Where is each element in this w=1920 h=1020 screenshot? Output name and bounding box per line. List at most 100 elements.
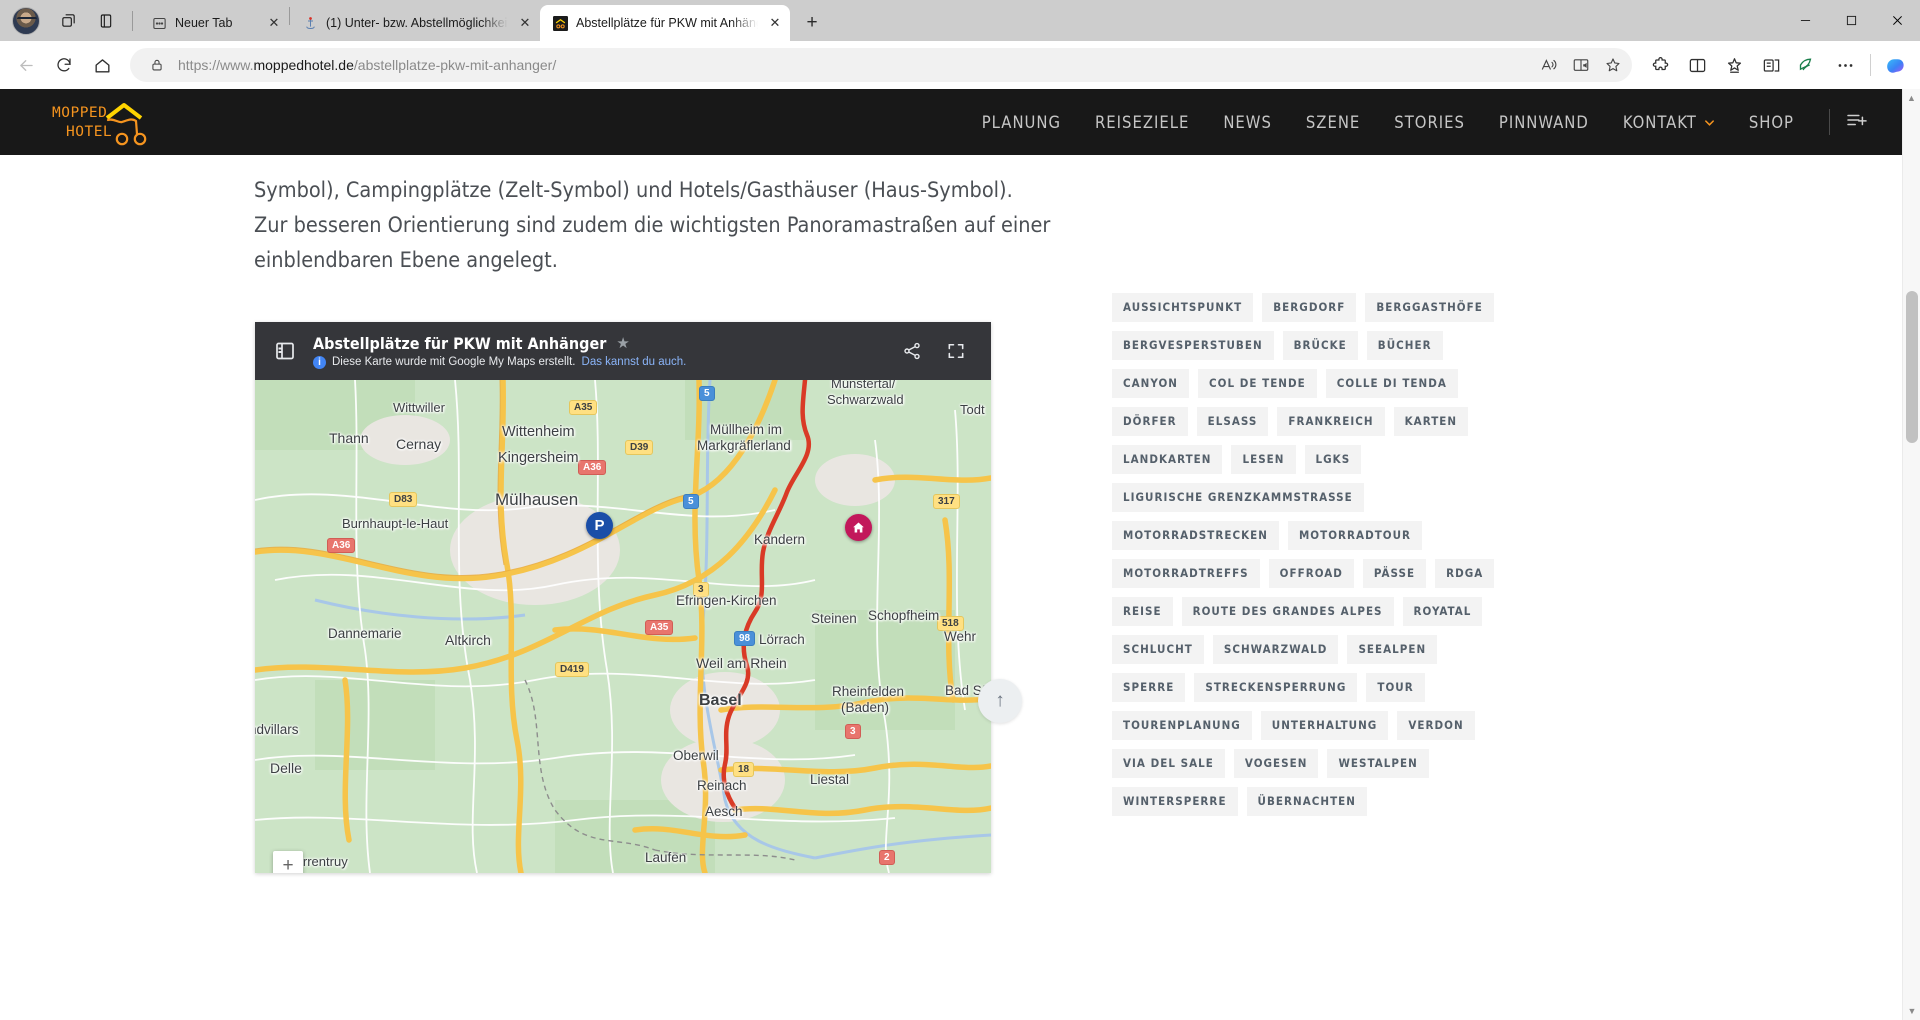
tag-item[interactable]: MOTORRADTREFFS — [1112, 559, 1260, 588]
back-icon[interactable] — [8, 47, 44, 83]
tag-item[interactable]: BERGGASTHÖFE — [1365, 293, 1494, 322]
tag-item[interactable]: OFFROAD — [1268, 559, 1354, 588]
tag-item[interactable]: COL DE TENDE — [1198, 369, 1317, 398]
tag-item[interactable]: COLLE DI TENDA — [1325, 369, 1458, 398]
browser-essentials-icon[interactable] — [1790, 47, 1826, 83]
tab-close-icon[interactable]: ✕ — [265, 14, 283, 32]
nav-item-planung[interactable]: PLANUNG — [965, 113, 1078, 132]
tag-item[interactable]: ROYATAL — [1402, 597, 1483, 626]
scrollbar-down-arrow[interactable]: ▼ — [1903, 1002, 1920, 1020]
new-tab-button[interactable]: + — [796, 8, 828, 38]
browser-tab-2[interactable]: Abstellplätze für PKW mit Anhäng ✕ — [540, 5, 790, 41]
immersive-reader-icon[interactable] — [1566, 51, 1596, 79]
browser-titlebar: Neuer Tab ✕ (1) Unter- bzw. Abstellmögli… — [0, 0, 1920, 41]
tag-item[interactable]: PÄSSE — [1362, 559, 1427, 588]
tag-item[interactable]: LESEN — [1231, 445, 1296, 474]
close-window-button[interactable] — [1874, 0, 1920, 41]
tag-item[interactable]: CANYON — [1112, 369, 1190, 398]
tag-item[interactable]: LGKS — [1304, 445, 1362, 474]
map-canvas[interactable]: A35 D39 A36 D83 A36 D419 5 5 3 A35 98 31… — [255, 380, 991, 873]
tag-item[interactable]: TOURENPLANUNG — [1112, 711, 1252, 740]
nav-item-pinnwand[interactable]: PINNWAND — [1482, 113, 1606, 132]
scrollbar-up-arrow[interactable]: ▲ — [1903, 89, 1920, 107]
nav-item-shop[interactable]: SHOP — [1732, 113, 1811, 132]
tag-item[interactable]: WINTERSPERRE — [1112, 787, 1238, 816]
collections-icon[interactable] — [1716, 47, 1752, 83]
svg-text:MOPPED: MOPPED — [52, 105, 107, 121]
fullscreen-icon[interactable] — [943, 338, 969, 364]
browser-tab-1[interactable]: (1) Unter- bzw. Abstellmöglichkeit ✕ — [290, 5, 540, 41]
copilot-icon[interactable] — [1878, 48, 1912, 82]
tag-item[interactable]: RDGA — [1435, 559, 1495, 588]
minimize-button[interactable] — [1782, 0, 1828, 41]
map-legend-icon[interactable] — [271, 337, 299, 365]
road-shield-a35-2: A35 — [645, 620, 674, 635]
tag-item[interactable]: LIGURISCHE GRENZKAMMSTRASSE — [1112, 483, 1364, 512]
read-aloud-icon[interactable] — [1534, 51, 1564, 79]
login-plus-icon[interactable] — [1846, 111, 1878, 134]
browser-tab-0[interactable]: Neuer Tab ✕ — [139, 5, 289, 41]
tag-item[interactable]: SCHLUCHT — [1112, 635, 1204, 664]
scroll-to-top-button[interactable]: ↑ — [978, 679, 1022, 723]
tag-item[interactable]: VERDON — [1397, 711, 1475, 740]
tag-item[interactable]: BERGDORF — [1262, 293, 1357, 322]
parking-marker[interactable]: P — [586, 512, 613, 539]
tag-item[interactable]: TOUR — [1366, 673, 1425, 702]
map-zoom-in-button[interactable]: + — [273, 851, 303, 873]
road-shield-2: 2 — [879, 850, 895, 865]
favorites-bar-icon[interactable] — [1753, 47, 1789, 83]
tag-item[interactable]: LANDKARTEN — [1112, 445, 1223, 474]
settings-more-icon[interactable] — [1827, 47, 1863, 83]
tag-item[interactable]: BERGVESPERSTUBEN — [1112, 331, 1274, 360]
address-bar[interactable]: https://www.moppedhotel.de/abstellplatze… — [130, 48, 1632, 82]
split-pane-icon[interactable] — [88, 6, 124, 36]
tab-actions-icon[interactable] — [50, 6, 86, 36]
tag-item[interactable]: DÖRFER — [1112, 407, 1188, 436]
window-controls — [1782, 0, 1920, 41]
tag-item[interactable]: SCHWARZWALD — [1212, 635, 1339, 664]
tag-item[interactable]: FRANKREICH — [1277, 407, 1385, 436]
tag-item[interactable]: VOGESEN — [1233, 749, 1319, 778]
page-scrollbar[interactable]: ▲ ▼ — [1902, 89, 1920, 1020]
scrollbar-thumb[interactable] — [1906, 291, 1918, 443]
tag-item[interactable]: ÜBERNACHTEN — [1246, 787, 1367, 816]
nav-item-news[interactable]: NEWS — [1206, 113, 1289, 132]
tag-item[interactable]: BRÜCKE — [1282, 331, 1358, 360]
home-icon[interactable] — [84, 47, 120, 83]
tag-item[interactable]: ELSASS — [1196, 407, 1269, 436]
tag-item[interactable]: SEEALPEN — [1347, 635, 1438, 664]
nav-item-reiseziele[interactable]: REISEZIELE — [1078, 113, 1206, 132]
tag-item[interactable]: BÜCHER — [1366, 331, 1443, 360]
hotel-marker[interactable] — [845, 514, 872, 541]
nav-item-szene[interactable]: SZENE — [1289, 113, 1377, 132]
road-shield-5b: 5 — [683, 494, 699, 509]
split-screen-icon[interactable] — [1679, 47, 1715, 83]
tag-item[interactable]: ROUTE DES GRANDES ALPES — [1181, 597, 1394, 626]
nav-item-stories[interactable]: STORIES — [1377, 113, 1482, 132]
profile-avatar[interactable] — [12, 6, 40, 35]
moppedhotel-logo[interactable]: MOPPED HOTEL — [52, 98, 162, 146]
article-paragraph: Symbol), Campingplätze (Zelt-Symbol) und… — [0, 155, 1084, 278]
nav-item-kontakt[interactable]: KONTAKT — [1606, 113, 1732, 132]
extensions-icon[interactable] — [1642, 47, 1678, 83]
tag-item[interactable]: STRECKENSPERRUNG — [1194, 673, 1358, 702]
tag-item[interactable]: REISE — [1112, 597, 1173, 626]
tag-item[interactable]: SPERRE — [1112, 673, 1186, 702]
tag-item[interactable]: UNTERHALTUNG — [1260, 711, 1389, 740]
tag-item[interactable]: KARTEN — [1393, 407, 1469, 436]
map-subtitle-link[interactable]: Das kannst du auch. — [582, 356, 687, 368]
tab-close-icon[interactable]: ✕ — [516, 14, 534, 32]
star-outline-icon[interactable]: ★ — [616, 334, 629, 352]
tag-item[interactable]: MOTORRADTOUR — [1287, 521, 1423, 550]
tag-item[interactable]: WESTALPEN — [1327, 749, 1429, 778]
tab-close-icon[interactable]: ✕ — [766, 14, 784, 32]
site-header: MOPPED HOTEL PLANUNG REISEZIELE NEWS SZE… — [0, 89, 1902, 155]
tag-item[interactable]: AUSSICHTSPUNKT — [1112, 293, 1254, 322]
refresh-icon[interactable] — [46, 47, 82, 83]
tag-item[interactable]: MOTORRADSTRECKEN — [1112, 521, 1279, 550]
share-icon[interactable] — [899, 338, 925, 364]
maximize-button[interactable] — [1828, 0, 1874, 41]
tag-item[interactable]: VIA DEL SALE — [1112, 749, 1225, 778]
favorite-star-icon[interactable] — [1598, 51, 1628, 79]
map-header: Abstellplätze für PKW mit Anhänger ★ i D… — [255, 322, 991, 380]
